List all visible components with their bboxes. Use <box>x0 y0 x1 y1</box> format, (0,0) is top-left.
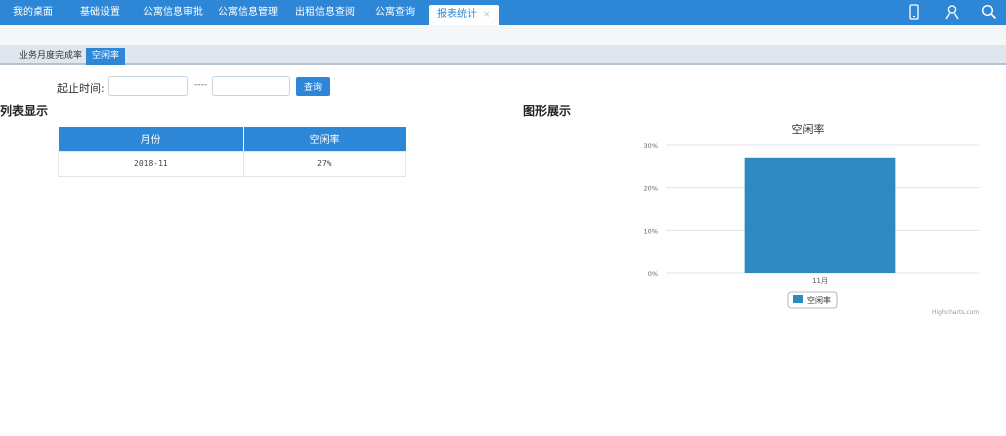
nav-item-rental-info[interactable]: 出租信息查阅 <box>295 0 355 25</box>
chart-bars <box>744 157 896 273</box>
nav-item-apartment-management[interactable]: 公寓信息管理 <box>218 0 278 25</box>
nav-item-desktop[interactable]: 我的桌面 <box>13 0 53 25</box>
date-range-separator: ---- <box>194 80 207 90</box>
nav-item-apartment-query[interactable]: 公寓查询 <box>375 0 415 25</box>
user-icon[interactable] <box>943 3 961 21</box>
nav-item-apartment-approval[interactable]: 公寓信息审批 <box>143 0 203 25</box>
subtab-monthly-completion[interactable]: 业务月度完成率 <box>19 48 82 64</box>
query-button[interactable]: 查询 <box>296 77 330 96</box>
chart-credits[interactable]: Highcharts.com <box>932 309 979 316</box>
chart-legend[interactable]: 空闲率 <box>787 291 838 309</box>
y-tick-label: 20% <box>644 185 658 193</box>
x-tick-label: 11月 <box>812 277 828 285</box>
chart-y-axis: 0% 10% 20% 30% <box>644 142 658 278</box>
legend-swatch <box>793 295 803 303</box>
vacancy-table: 月份 空闲率 2018-11 27% <box>58 127 407 177</box>
legend-label: 空闲率 <box>807 295 831 305</box>
column-header-month: 月份 <box>58 127 244 151</box>
nav-item-report-stats-label: 报表统计 <box>437 9 477 20</box>
tab-close-icon[interactable]: × <box>483 10 491 20</box>
nav-item-basic-settings[interactable]: 基础设置 <box>80 0 120 25</box>
table-header-row: 月份 空闲率 <box>58 127 406 151</box>
chart-section-title: 图形展示 <box>523 104 572 118</box>
start-date-input[interactable] <box>108 76 188 96</box>
subtab-vacancy-rate[interactable]: 空闲率 <box>86 48 126 65</box>
vacancy-rate-chart: 空闲率 0% 10% 20% 30% 11月 空闲率 <box>644 122 980 309</box>
sub-tab-bar: 业务月度完成率 空闲率 <box>0 45 1006 65</box>
end-date-input[interactable] <box>212 76 290 96</box>
table-row: 2018-11 27% <box>58 150 407 177</box>
cell-vacancy-rate: 27% <box>242 150 407 177</box>
phone-icon[interactable] <box>905 3 923 21</box>
nav-item-report-stats[interactable]: 报表统计 × <box>429 5 499 25</box>
cell-month: 2018-11 <box>58 150 244 177</box>
column-header-vacancy-rate: 空闲率 <box>243 127 406 151</box>
date-range-label: 起止时间: <box>57 82 105 95</box>
bar[interactable] <box>744 157 896 273</box>
y-tick-label: 10% <box>644 227 658 235</box>
top-navbar: 我的桌面 基础设置 公寓信息审批 公寓信息管理 出租信息查阅 公寓查询 报表统计… <box>0 0 1006 25</box>
list-section-title: 列表显示 <box>0 104 49 118</box>
y-tick-label: 0% <box>648 270 658 278</box>
toolbar-strip <box>0 25 1006 45</box>
chart-x-axis: 11月 <box>812 277 828 285</box>
y-tick-label: 30% <box>644 142 658 150</box>
search-icon[interactable] <box>980 3 998 21</box>
chart-title: 空闲率 <box>792 122 825 136</box>
